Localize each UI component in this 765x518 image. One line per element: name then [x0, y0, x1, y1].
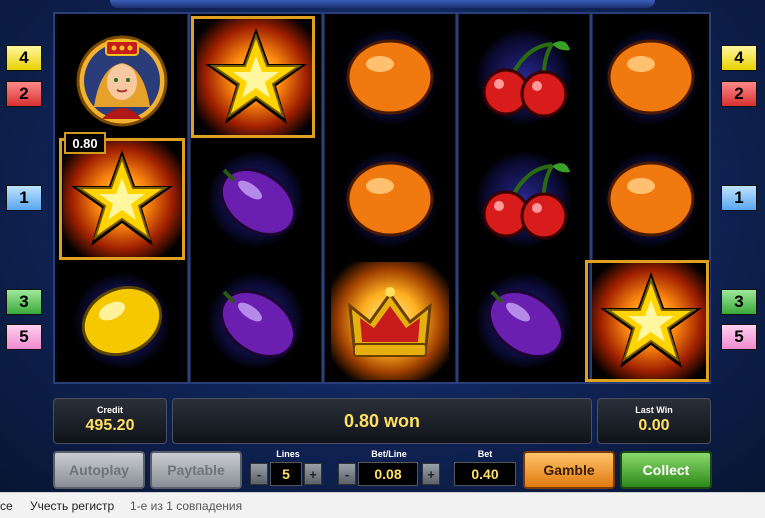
game-stage: 4 2 1 3 5 4 2 1 3 5 0.80 Credit 495.20 0… [0, 0, 765, 492]
symbol-plum [459, 260, 589, 382]
last-win-panel: Last Win 0.00 [597, 398, 711, 444]
symbol-orange [593, 138, 709, 260]
line-badge-right-1: 1 [721, 185, 757, 211]
game-logo-strip [110, 0, 655, 8]
line-badge-left-1: 1 [6, 185, 42, 211]
line-badge-right-3: 3 [721, 289, 757, 315]
symbol-queen [57, 16, 187, 138]
symbol-cherries [459, 138, 589, 260]
message-panel: 0.80 won [172, 398, 592, 444]
line-badge-right-4: 4 [721, 45, 757, 71]
line-badge-left-3: 3 [6, 289, 42, 315]
bet-line-plus-button[interactable]: + [422, 463, 440, 485]
lines-minus-button[interactable]: - [250, 463, 268, 485]
reel-4 [459, 14, 589, 382]
win-frame-reel1-row2 [59, 138, 185, 260]
win-frame-reel5-row3 [585, 260, 709, 382]
symbol-plum [191, 260, 321, 382]
credit-value: 495.20 [85, 417, 135, 434]
browser-find-bar: се Учесть регистр 1-е из 1 совпадения [0, 492, 765, 518]
paytable-button[interactable]: Paytable [150, 451, 242, 489]
credit-label: Credit [96, 405, 123, 415]
symbol-crown [325, 260, 455, 382]
credit-panel: Credit 495.20 [53, 398, 167, 444]
autoplay-button[interactable]: Autoplay [53, 451, 145, 489]
symbol-cherries [459, 16, 589, 138]
bet-label: Bet [477, 449, 493, 459]
last-win-value: 0.00 [638, 417, 670, 434]
win-message: 0.80 won [343, 411, 421, 431]
line-badge-left-2: 2 [6, 81, 42, 107]
last-win-label: Last Win [635, 405, 673, 415]
line-badge-left-5: 5 [6, 324, 42, 350]
collect-button[interactable]: Collect [620, 451, 712, 489]
symbol-lemon [57, 260, 187, 382]
symbol-orange [325, 16, 455, 138]
reel-area [53, 12, 711, 384]
bet-line-label: Bet/Line [371, 449, 407, 459]
bet-line-minus-button[interactable]: - [338, 463, 356, 485]
win-frame-reel2-row1 [191, 16, 315, 138]
lines-plus-button[interactable]: + [304, 463, 322, 485]
symbol-orange [325, 138, 455, 260]
line-badge-right-5: 5 [721, 324, 757, 350]
symbol-plum [191, 138, 321, 260]
gamble-button[interactable]: Gamble [523, 451, 615, 489]
line-badge-left-4: 4 [6, 45, 42, 71]
bet-line-value: 0.08 [358, 462, 418, 486]
lines-value: 5 [270, 462, 302, 486]
find-status: 1-е из 1 совпадения [130, 499, 243, 513]
find-close-label[interactable]: се [0, 499, 13, 513]
lines-label: Lines [276, 449, 300, 459]
match-case-option[interactable]: Учесть регистр [30, 499, 114, 513]
bet-value: 0.40 [454, 462, 516, 486]
symbol-orange [593, 16, 709, 138]
reel-3 [325, 14, 455, 382]
line-badge-right-2: 2 [721, 81, 757, 107]
line-win-amount-tag: 0.80 [64, 132, 106, 154]
